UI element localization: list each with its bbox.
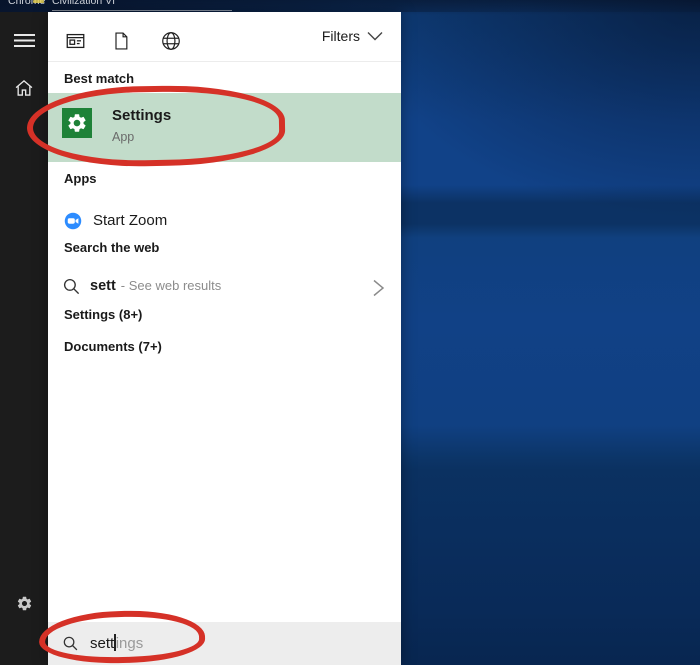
apps-filter-button[interactable] <box>64 30 87 52</box>
window-edge-line <box>52 10 232 11</box>
web-filter-button[interactable] <box>160 30 183 52</box>
search-input[interactable]: sett ings <box>48 622 401 665</box>
settings-section-header[interactable]: Settings (8+) <box>64 307 142 322</box>
document-icon <box>111 30 134 52</box>
start-menu-sidebar <box>0 12 48 665</box>
gear-icon <box>16 595 33 612</box>
filters-label: Filters <box>321 28 360 44</box>
home-button[interactable] <box>0 66 48 110</box>
result-title: Start Zoom <box>93 212 168 229</box>
web-query: sett <box>90 278 116 294</box>
filters-dropdown[interactable]: Filters <box>322 28 383 44</box>
best-match-result-settings[interactable]: Settings App <box>48 93 401 162</box>
home-icon <box>14 78 34 98</box>
partial-glyph <box>33 0 44 3</box>
settings-app-tile <box>62 108 92 138</box>
apps-window-icon <box>64 30 87 52</box>
best-match-subtitle: App <box>112 130 135 144</box>
background-window-strip: Chrome Civilization VI <box>0 0 700 12</box>
web-suffix: - See web results <box>120 278 222 293</box>
search-input-text: sett ings <box>90 622 143 665</box>
result-start-zoom[interactable]: Start Zoom <box>48 204 401 240</box>
web-result-text: sett - See web results <box>90 278 221 294</box>
chevron-down-icon <box>367 31 383 41</box>
typed-text: sett <box>90 635 115 652</box>
web-globe-icon <box>160 30 183 52</box>
zoom-app-icon <box>64 212 82 230</box>
search-filter-bar: Filters <box>48 12 401 62</box>
search-icon <box>62 635 79 652</box>
search-results-panel: Filters Best match Settings App Apps Sta… <box>48 12 401 665</box>
chevron-right-icon <box>372 279 385 297</box>
hamburger-menu-button[interactable] <box>0 18 48 62</box>
best-match-title: Settings <box>112 107 172 124</box>
web-search-result[interactable]: sett - See web results <box>48 270 401 306</box>
best-match-heading: Best match <box>64 71 135 86</box>
sidebar-settings-button[interactable] <box>0 581 48 625</box>
autocomplete-suggestion: ings <box>115 635 144 652</box>
documents-section-header[interactable]: Documents (7+) <box>64 339 162 354</box>
settings-gear-icon <box>66 112 88 134</box>
search-icon <box>62 277 81 296</box>
apps-section-heading: Apps <box>64 171 97 186</box>
search-the-web-heading: Search the web <box>64 240 160 255</box>
documents-filter-button[interactable] <box>111 30 134 52</box>
background-window-label: Civilization VI <box>52 0 116 7</box>
hamburger-menu-icon <box>13 33 35 48</box>
